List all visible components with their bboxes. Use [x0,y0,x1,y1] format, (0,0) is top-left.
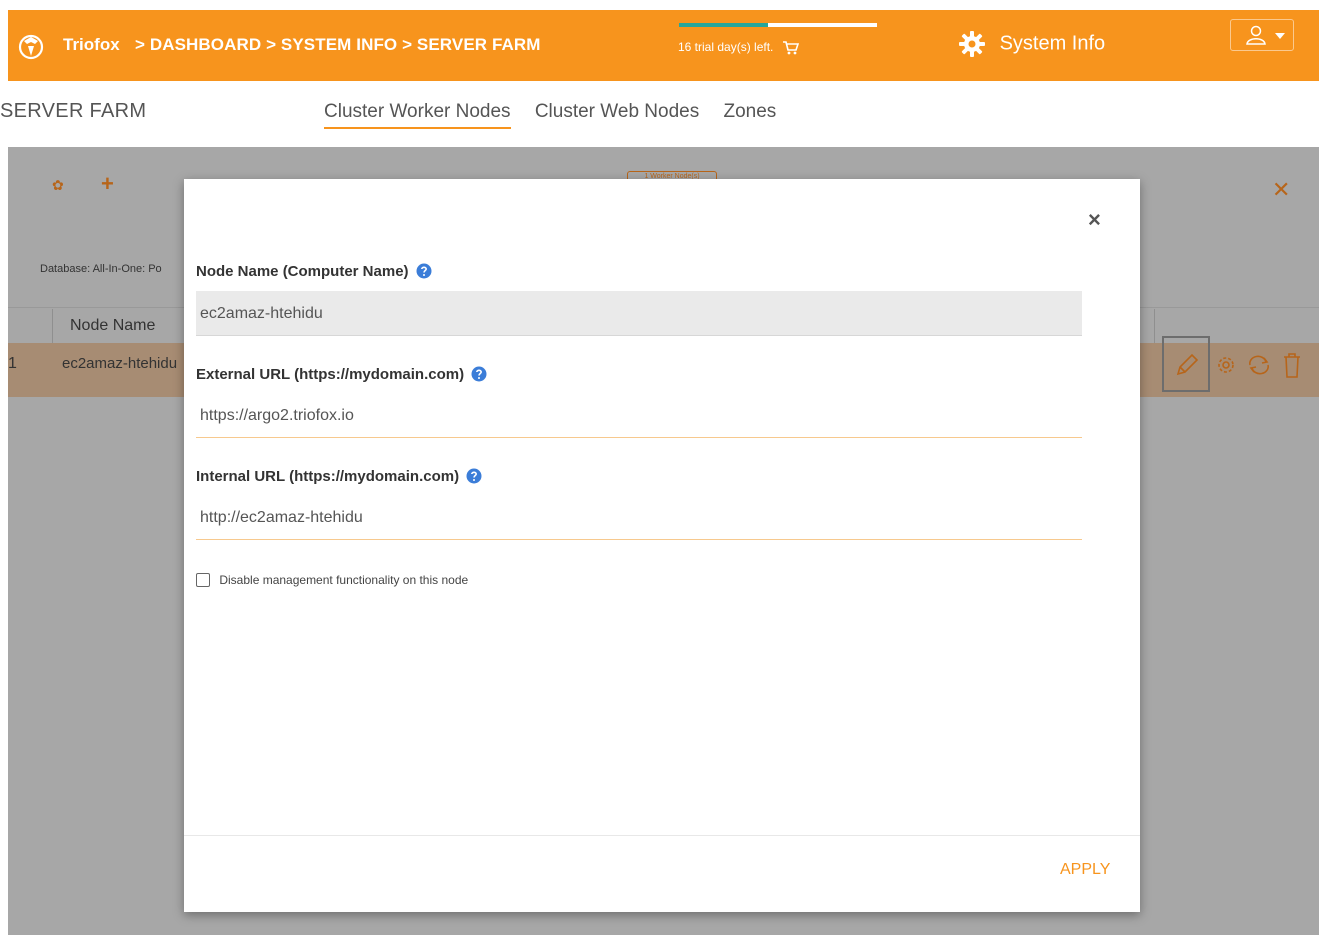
dialog-close-button[interactable]: × [1088,207,1101,233]
tab-zones[interactable]: Zones [724,101,777,127]
internal-url-label-row: Internal URL (https://mydomain.com) [196,468,482,485]
row-index: 1 [8,355,17,372]
apply-button[interactable]: APPLY [1060,861,1110,879]
pencil-icon [1176,353,1199,376]
row-actions [1214,351,1307,379]
disable-management-label[interactable]: Disable management functionality on this… [219,573,468,587]
column-header-node-name[interactable]: Node Name [70,317,155,335]
system-info-label: System Info [999,32,1106,55]
edit-node-dialog: × Node Name (Computer Name) ec2amaz-hteh… [184,179,1140,912]
refresh-icon[interactable] [1246,353,1272,377]
internal-url-field[interactable]: http://ec2amaz-htehidu [196,495,1082,540]
dialog-footer-divider [184,835,1140,836]
tab-cluster-worker-nodes[interactable]: Cluster Worker Nodes [324,101,511,129]
disable-management-option[interactable]: Disable management functionality on this… [196,572,468,587]
breadcrumb[interactable]: > DASHBOARD > SYSTEM INFO > SERVER FARM [135,35,541,55]
brand-name[interactable]: Triofox [63,35,120,55]
page-title: SERVER FARM [0,100,147,122]
tab-cluster-web-nodes[interactable]: Cluster Web Nodes [535,101,699,127]
column-divider [52,309,53,343]
trial-progress-fill [679,23,769,27]
edit-node-button[interactable] [1162,336,1210,392]
database-info: Database: All-In-One: Po [40,263,162,275]
trial-days-notice[interactable]: 16 trial day(s) left. [678,40,799,55]
node-settings-icon[interactable] [1214,353,1238,377]
add-node-icon[interactable]: + [101,171,114,197]
gear-icon [959,31,985,57]
external-url-label: External URL (https://mydomain.com) [196,366,465,383]
cart-icon[interactable] [782,41,799,55]
help-icon[interactable] [471,366,487,382]
top-bar: Triofox > DASHBOARD > SYSTEM INFO > SERV… [8,10,1319,81]
trial-progress-bar [679,23,877,27]
external-url-label-row: External URL (https://mydomain.com) [196,366,487,383]
trial-days-text: 16 trial day(s) left. [678,40,774,54]
external-url-field[interactable]: https://argo2.triofox.io [196,393,1082,438]
internal-url-label: Internal URL (https://mydomain.com) [196,468,460,485]
node-name-field[interactable]: ec2amaz-htehidu [196,291,1082,336]
system-info-button[interactable]: System Info [958,30,1105,58]
disable-management-checkbox[interactable] [196,572,210,587]
user-icon [1246,25,1266,45]
close-icon[interactable]: ✕ [1272,177,1290,203]
trash-icon[interactable] [1281,351,1303,379]
node-name-label: Node Name (Computer Name) [196,263,409,280]
help-icon[interactable] [466,468,482,484]
help-icon[interactable] [416,263,432,279]
chevron-down-icon [1275,33,1285,39]
column-divider [1154,309,1155,343]
user-menu-button[interactable] [1230,19,1294,51]
tab-bar: Cluster Worker Nodes Cluster Web Nodes Z… [324,101,795,129]
settings-gear-icon[interactable]: ✿ [52,177,64,194]
triofox-logo-icon[interactable] [18,32,44,60]
node-name-label-row: Node Name (Computer Name) [196,263,432,280]
row-node-name: ec2amaz-htehidu [62,355,178,372]
